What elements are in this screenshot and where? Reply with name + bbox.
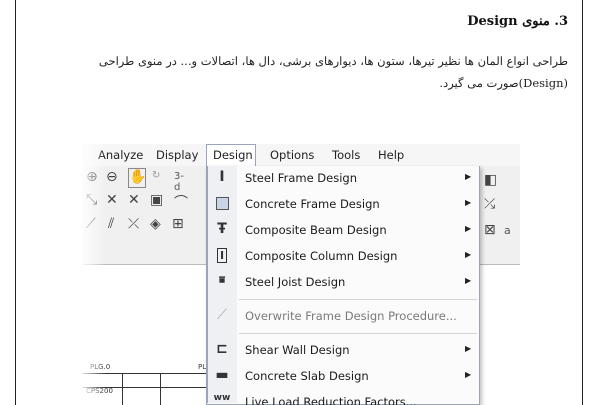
canvas-label-cps200: CPS200: [86, 387, 113, 395]
diamond-icon[interactable]: ◈: [150, 216, 161, 232]
pan-icon[interactable]: ✋: [128, 168, 146, 188]
paragraph-line-2: (Design)صورت می گیرد.: [439, 76, 568, 90]
brace-x-icon[interactable]: ⤫: [128, 216, 139, 232]
display-options-icon[interactable]: ◧: [484, 172, 497, 188]
menu-item-concrete-slab-design[interactable]: ▬ Concrete Slab Design ▶: [207, 364, 479, 389]
grid-line-v2: [160, 373, 161, 405]
submenu-arrow-icon: ▶: [465, 276, 472, 285]
menu-analyze[interactable]: Analyze: [98, 148, 143, 162]
design-dropdown-menu: I Steel Frame Design ▶ Concrete Frame De…: [206, 166, 480, 405]
shear-wall-icon: ⊏: [216, 341, 228, 357]
menu-design-active[interactable]: Design: [206, 144, 256, 166]
live-load-icon: ww: [213, 393, 231, 403]
select-icon[interactable]: ⤡: [86, 192, 97, 208]
menu-item-live-load-reduction[interactable]: ww Live Load Reduction Factors...: [207, 390, 479, 405]
grid-line-v1: [122, 373, 123, 405]
menu-help[interactable]: Help: [378, 148, 404, 162]
brace-icon[interactable]: ⟋: [86, 216, 96, 232]
steel-joist-icon: ⩸: [218, 275, 226, 286]
submenu-arrow-icon: ▶: [465, 198, 472, 207]
draw-line-icon[interactable]: ⌒: [174, 192, 188, 212]
submenu-arrow-icon: ▶: [465, 172, 472, 181]
menu-item-composite-column-design[interactable]: I Composite Column Design ▶: [207, 244, 479, 269]
overwrite-icon: ⟋: [217, 307, 227, 323]
submenu-arrow-icon: ▶: [465, 250, 472, 259]
canvas-label-plg0: PLG.0: [90, 363, 111, 371]
grid-icon[interactable]: ⊞: [172, 216, 184, 232]
menu-item-steel-frame-design[interactable]: I Steel Frame Design ▶: [207, 166, 479, 191]
paragraph-line-1: طراحی انواع المان ها نظیر تیرها، ستون ها…: [98, 54, 568, 68]
canvas-label-pl: PL: [198, 363, 207, 371]
etabs-screenshot: Analyze Display Options Tools Help Desig…: [82, 118, 520, 405]
snap-intersect-icon[interactable]: ✕: [128, 192, 140, 208]
grid-dim-icon[interactable]: ⊠: [484, 222, 496, 238]
section-heading: 3. منوی Design: [467, 14, 568, 29]
concrete-slab-icon: ▬: [215, 367, 229, 383]
menu-separator: [239, 333, 477, 334]
rotate-icon[interactable]: ↻: [152, 170, 160, 181]
menu-bar: Analyze Display Options Tools Help: [82, 144, 520, 166]
zoom-in-icon[interactable]: ⊕: [86, 169, 98, 185]
snap-box-icon[interactable]: ▣: [150, 192, 163, 208]
submenu-arrow-icon: ▶: [465, 224, 472, 233]
brace-double-icon[interactable]: ⫽: [108, 216, 114, 232]
toolbar-right-column: ◧ ⤰ ⊠ a: [478, 166, 520, 266]
menu-item-steel-joist-design[interactable]: ⩸ Steel Joist Design ▶: [207, 270, 479, 295]
menu-tools[interactable]: Tools: [332, 148, 360, 162]
right-toolbar-label: a: [504, 224, 511, 237]
submenu-arrow-icon: ▶: [465, 344, 472, 353]
composite-column-icon: I: [212, 247, 232, 265]
menu-options[interactable]: Options: [270, 148, 314, 162]
menu-design[interactable]: Design: [213, 148, 253, 162]
grid-line-h1: [82, 373, 206, 374]
composite-beam-icon: Ŧ: [217, 221, 227, 237]
menu-item-overwrite-frame-design: ⟋ Overwrite Frame Design Procedure...: [207, 304, 479, 329]
body-paragraph: طراحی انواع المان ها نظیر تیرها، ستون ها…: [48, 50, 568, 94]
menu-item-concrete-frame-design[interactable]: Concrete Frame Design ▶: [207, 192, 479, 217]
menu-separator: [239, 299, 477, 300]
submenu-arrow-icon: ▶: [465, 370, 472, 379]
menu-display[interactable]: Display: [156, 148, 198, 162]
menu-item-composite-beam-design[interactable]: Ŧ Composite Beam Design ▶: [207, 218, 479, 243]
view-3d-label[interactable]: 3-d: [174, 171, 184, 193]
section-cut-icon[interactable]: ⤰: [484, 196, 495, 212]
concrete-frame-icon: [212, 195, 232, 213]
zoom-out-icon[interactable]: ⊖: [106, 169, 118, 185]
snap-icon[interactable]: ✕: [106, 192, 118, 208]
steel-frame-icon: I: [219, 169, 225, 185]
menu-item-shear-wall-design[interactable]: ⊏ Shear Wall Design ▶: [207, 338, 479, 363]
